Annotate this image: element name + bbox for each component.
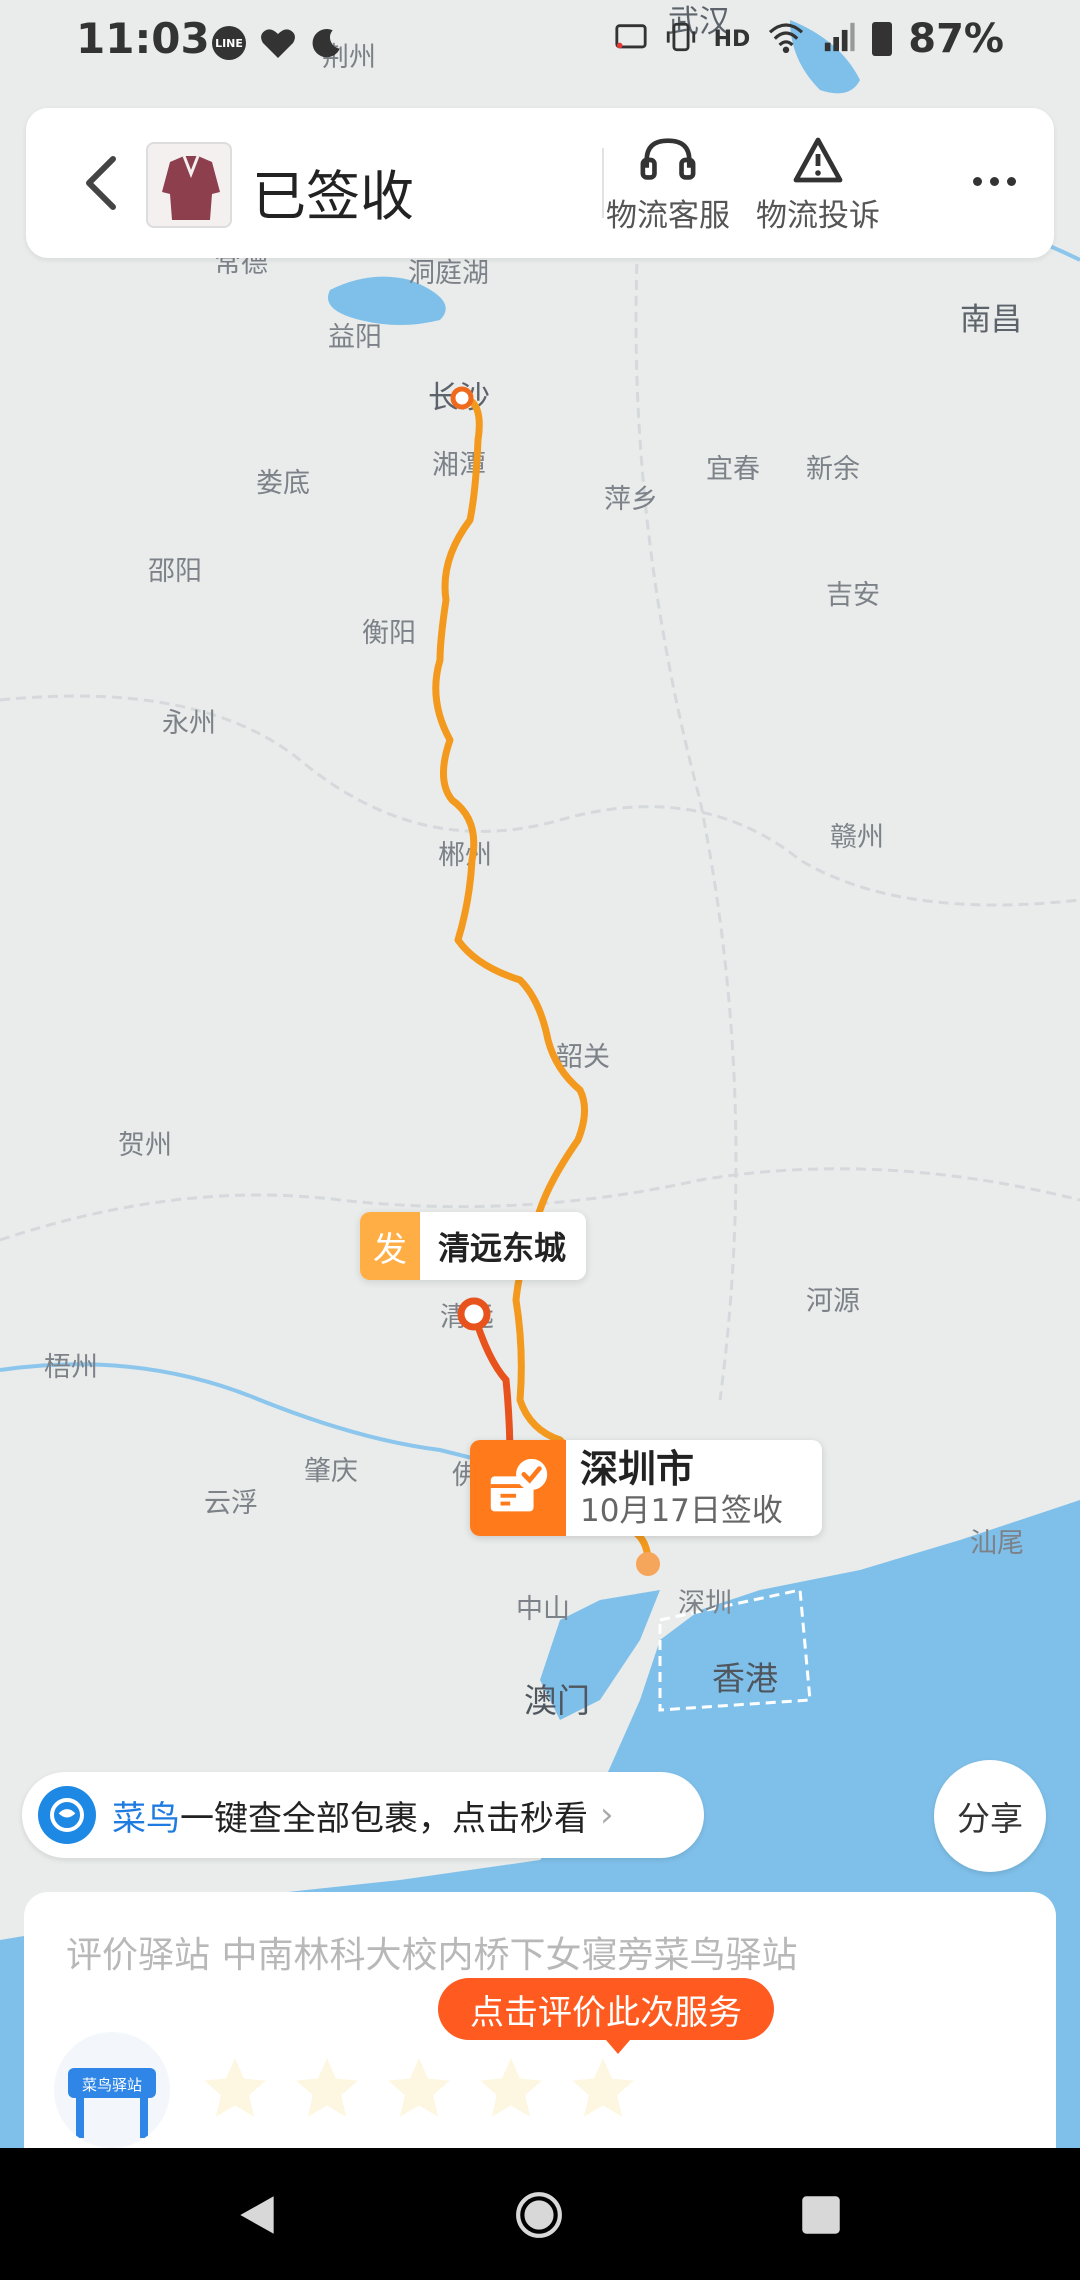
wifi-icon: [766, 21, 806, 57]
label-shanwei: 汕尾: [970, 1528, 1024, 1559]
customer-service-button[interactable]: 物流客服: [598, 136, 738, 235]
page-title: 已签收: [252, 165, 414, 228]
label-shaoyang: 邵阳: [148, 556, 202, 587]
star-icon[interactable]: [474, 2052, 548, 2126]
nav-recents-icon[interactable]: [796, 2190, 846, 2240]
battery-icon: [872, 22, 893, 56]
station-review-prompt: 评价驿站 中南林科大校内桥下女寝旁菜鸟驿站: [66, 1935, 798, 1976]
cast-icon: [614, 22, 648, 56]
complaint-label: 物流投诉: [756, 198, 880, 234]
more-button[interactable]: [964, 156, 1024, 206]
label-yiyang: 益阳: [328, 322, 382, 353]
status-right-icons: HD 87%: [614, 16, 1004, 62]
customer-service-label: 物流客服: [606, 198, 730, 234]
label-heyuan: 河源: [806, 1286, 860, 1317]
moon-icon: [310, 26, 344, 64]
label-shenzhen: 深圳: [678, 1588, 732, 1619]
label-wuzhou: 梧州: [44, 1352, 98, 1383]
label-pingxiang: 萍乡: [604, 484, 658, 515]
back-button[interactable]: [66, 148, 136, 218]
package-delivered-icon: [470, 1440, 566, 1536]
origin-name: 清远东城: [438, 1229, 567, 1267]
warning-icon: [793, 137, 843, 183]
label-zhaoqing: 肇庆: [304, 1456, 358, 1487]
vibrate-icon: [664, 21, 698, 57]
star-icon[interactable]: [382, 2052, 456, 2126]
transit-point: [457, 1297, 491, 1331]
header-card: 已签收 物流客服 物流投诉: [26, 108, 1054, 258]
review-card: 评价驿站 中南林科大校内桥下女寝旁菜鸟驿站 点击评价此次服务 菜鸟驿站: [24, 1892, 1056, 2152]
more-dot: [972, 176, 982, 186]
battery-percent: 87%: [908, 16, 1004, 62]
label-jian: 吉安: [826, 580, 880, 611]
label-yichun: 宜春: [706, 454, 760, 485]
star-icon[interactable]: [198, 2052, 272, 2126]
cainiao-brand: 菜鸟: [112, 1798, 180, 1839]
label-ganzhou: 赣州: [830, 822, 884, 853]
label-hongkong: 香港: [712, 1659, 778, 1698]
status-left-icons: LINE: [212, 26, 344, 64]
cainiao-banner[interactable]: 菜鸟 一键查全部包裹，点击秒看 ›: [22, 1772, 704, 1858]
nav-home-icon[interactable]: [514, 2190, 564, 2240]
heart-icon: [260, 26, 296, 64]
label-dongting: 洞庭湖: [408, 258, 489, 289]
more-dot: [1006, 176, 1016, 186]
destination-tag[interactable]: 深圳市 10月17日签收: [470, 1440, 822, 1536]
headset-icon: [640, 138, 696, 180]
cainiao-logo-icon: [38, 1786, 96, 1844]
send-badge: 发: [360, 1212, 420, 1280]
origin-point: [450, 386, 474, 410]
origin-tag[interactable]: 发 清远东城: [360, 1212, 586, 1280]
label-yongzhou: 永州: [162, 708, 216, 739]
signal-icon: [822, 21, 856, 57]
destination-city: 深圳市: [580, 1447, 695, 1491]
system-nav-bar: [0, 2148, 1080, 2280]
star-icon[interactable]: [566, 2052, 640, 2126]
more-dot: [989, 176, 999, 186]
label-hezhou: 贺州: [118, 1130, 172, 1161]
label-macau: 澳门: [524, 1681, 590, 1720]
chevron-right-icon: ›: [600, 1795, 614, 1835]
label-hengyang: 衡阳: [362, 618, 416, 649]
label-zhongshan: 中山: [516, 1594, 570, 1625]
complaint-button[interactable]: 物流投诉: [748, 136, 888, 235]
label-loudi: 娄底: [256, 468, 310, 499]
cainiao-banner-text: 一键查全部包裹，点击秒看: [180, 1798, 588, 1839]
share-button[interactable]: 分享: [934, 1760, 1046, 1872]
chevron-left-icon: [86, 156, 116, 210]
destination-status: 10月17日签收: [580, 1493, 783, 1529]
destination-point: [636, 1552, 660, 1576]
cainiao-station-logo: 菜鸟驿站: [54, 2032, 170, 2148]
label-yunfu: 云浮: [204, 1488, 258, 1519]
line-icon: LINE: [212, 26, 246, 60]
star-icon[interactable]: [290, 2052, 364, 2126]
nav-back-icon[interactable]: [232, 2190, 282, 2240]
hd-icon: HD: [713, 26, 751, 52]
status-time: 11:03: [76, 14, 210, 63]
label-xinyu: 新余: [806, 454, 860, 485]
rate-service-tooltip[interactable]: 点击评价此次服务: [438, 1978, 774, 2054]
station-logo-text: 菜鸟驿站: [82, 2076, 142, 2094]
label-nanchang: 南昌: [960, 302, 1022, 338]
product-thumbnail[interactable]: [146, 142, 232, 228]
status-bar: 11:03 LINE HD 87%: [0, 0, 1080, 90]
label-chenzhou: 郴州: [438, 840, 492, 871]
star-rating[interactable]: [198, 2052, 640, 2126]
